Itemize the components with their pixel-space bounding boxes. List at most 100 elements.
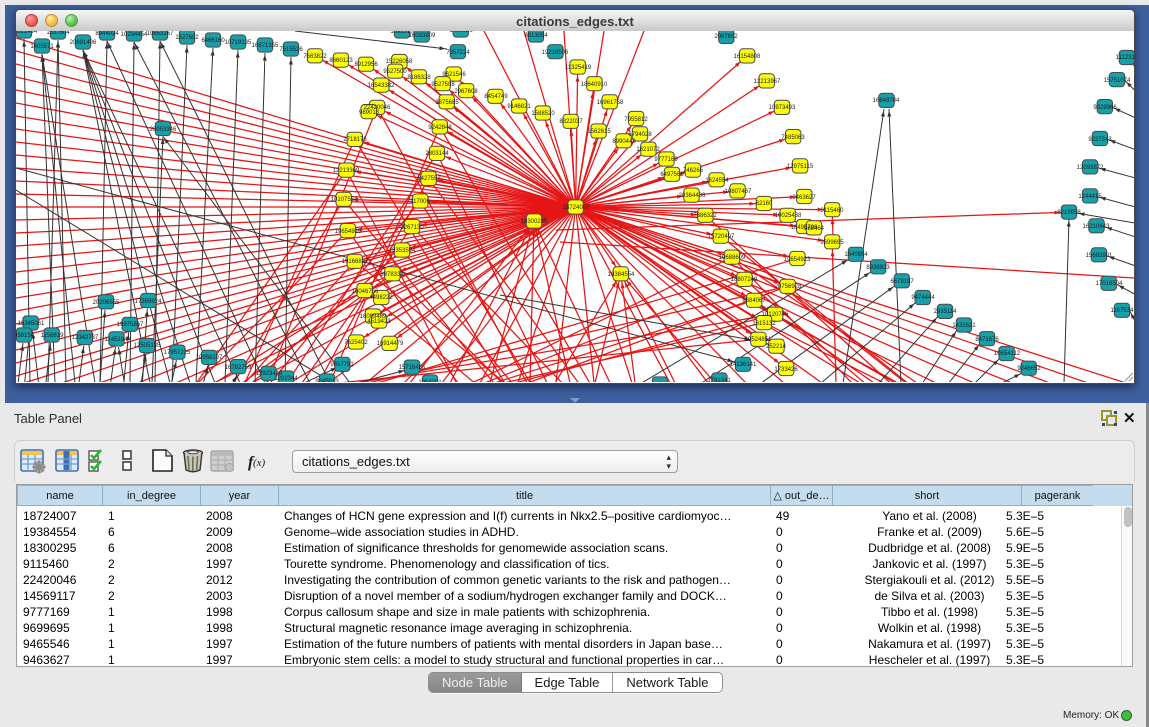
svg-text:12213967: 12213967	[754, 79, 781, 85]
svg-text:17016504: 17016504	[1096, 281, 1123, 287]
svg-text:10234454: 10234454	[121, 32, 148, 38]
svg-text:8454749: 8454749	[484, 94, 508, 100]
svg-text:988464: 988464	[804, 226, 825, 232]
svg-text:9115460: 9115460	[821, 208, 845, 214]
svg-text:6679197: 6679197	[890, 279, 914, 285]
svg-text:1624554: 1624554	[705, 178, 729, 184]
svg-text:9227343: 9227343	[1088, 137, 1112, 143]
svg-text:1054201: 1054201	[418, 380, 442, 382]
svg-text:10688609: 10688609	[719, 255, 746, 261]
svg-text:15716485: 15716485	[399, 365, 426, 371]
svg-text:8912956: 8912956	[354, 62, 378, 68]
svg-text:62160: 62160	[756, 201, 773, 207]
svg-text:2803144: 2803144	[425, 151, 449, 157]
svg-text:1621072: 1621072	[636, 147, 660, 153]
svg-text:9245652: 9245652	[1017, 366, 1041, 372]
svg-text:16671355: 16671355	[252, 43, 279, 49]
svg-text:1432621: 1432621	[952, 323, 976, 329]
svg-text:1292344: 1292344	[274, 376, 298, 382]
svg-text:15692901: 15692901	[1086, 253, 1113, 259]
svg-text:9527500: 9527500	[383, 69, 407, 75]
svg-text:9699695: 9699695	[820, 240, 844, 246]
svg-text:7357224: 7357224	[446, 50, 470, 56]
svg-text:1782341: 1782341	[707, 378, 731, 382]
svg-text:16961758: 16961758	[597, 100, 624, 106]
svg-text:19166827: 19166827	[342, 259, 369, 265]
svg-text:15720407: 15720407	[708, 234, 735, 240]
svg-text:8938923: 8938923	[866, 265, 890, 271]
svg-text:13353594: 13353594	[389, 248, 416, 254]
svg-text:8186328: 8186328	[407, 75, 431, 81]
svg-text:9657791: 9657791	[330, 362, 354, 368]
svg-text:9242848: 9242848	[428, 125, 452, 131]
svg-text:4498222: 4498222	[369, 295, 393, 301]
svg-text:16782759: 16782759	[225, 365, 252, 371]
svg-text:9684067: 9684067	[742, 298, 766, 304]
svg-text:18640910: 18640910	[581, 82, 608, 88]
svg-text:6794028: 6794028	[628, 132, 652, 138]
svg-text:20691406: 20691406	[70, 40, 97, 46]
svg-text:7955812: 7955812	[624, 117, 648, 123]
svg-text:10654112: 10654112	[994, 351, 1021, 357]
svg-text:10107554: 10107554	[331, 197, 358, 203]
svg-text:2967608: 2967608	[454, 89, 478, 95]
svg-text:12213369: 12213369	[333, 168, 360, 174]
svg-text:17359924: 17359924	[135, 299, 162, 305]
svg-text:(x): (x)	[253, 457, 266, 469]
svg-text:18724007: 18724007	[563, 205, 590, 211]
svg-text:9777169: 9777169	[654, 157, 678, 163]
svg-text:16033809: 16033809	[409, 33, 436, 39]
svg-text:18300295: 18300295	[521, 219, 548, 225]
svg-text:20756928: 20756928	[775, 284, 802, 290]
svg-text:1640954: 1640954	[844, 252, 868, 258]
svg-text:7886322: 7886322	[693, 213, 717, 219]
svg-text:10719135: 10719135	[225, 40, 252, 46]
svg-text:2087652: 2087652	[714, 34, 738, 40]
svg-text:19524851: 19524851	[745, 337, 772, 343]
svg-text:1405571: 1405571	[30, 44, 54, 50]
svg-text:9329966: 9329966	[1093, 105, 1117, 111]
svg-text:1527602: 1527602	[175, 35, 199, 41]
svg-text:11325419: 11325419	[565, 65, 592, 71]
svg-text:6497568: 6497568	[660, 172, 684, 178]
svg-text:1537604: 1537604	[46, 31, 70, 36]
svg-text:1733426: 1733426	[774, 367, 798, 373]
svg-text:8322037: 8322037	[559, 119, 583, 125]
svg-text:17957225: 17957225	[164, 350, 191, 356]
svg-text:16648784: 16648784	[873, 98, 900, 104]
svg-text:4519423: 4519423	[367, 319, 391, 325]
svg-text:7663822: 7663822	[303, 54, 327, 60]
svg-text:16154808: 16154808	[734, 54, 761, 60]
svg-text:8990448: 8990448	[612, 139, 636, 145]
svg-text:1112314: 1112314	[1116, 55, 1134, 61]
svg-text:10025438: 10025438	[775, 213, 802, 219]
svg-text:8813054: 8813054	[524, 33, 548, 39]
svg-text:18807249: 18807249	[731, 277, 758, 283]
svg-text:117006: 117006	[410, 199, 430, 205]
svg-text:12505135: 12505135	[134, 343, 161, 349]
svg-text:14136141: 14136141	[730, 362, 757, 368]
svg-text:9146821: 9146821	[507, 104, 531, 110]
svg-text:15226058: 15226058	[386, 59, 413, 65]
svg-text:16210643: 16210643	[1083, 224, 1110, 230]
svg-text:1244415: 1244415	[1078, 194, 1102, 200]
svg-text:2718176: 2718176	[343, 137, 367, 143]
svg-text:746266: 746266	[683, 168, 704, 174]
svg-text:15751074: 15751074	[1104, 78, 1131, 84]
svg-text:7625402: 7625402	[344, 340, 368, 346]
svg-text:9463627: 9463627	[792, 195, 816, 201]
svg-text:9245013: 9245013	[315, 379, 339, 382]
svg-text:10653267: 10653267	[147, 31, 174, 37]
svg-text:8471676: 8471676	[975, 337, 999, 343]
svg-text:7515526: 7515526	[279, 47, 303, 53]
svg-text:18345061: 18345061	[18, 321, 45, 327]
svg-text:6466160: 6466160	[201, 38, 225, 44]
svg-text:19922494: 19922494	[16, 31, 38, 35]
svg-text:8427552: 8427552	[417, 176, 441, 182]
svg-text:1562615: 1562615	[587, 129, 611, 135]
svg-text:252214: 252214	[766, 344, 787, 350]
svg-text:1093526: 1093526	[449, 31, 473, 34]
svg-text:20364436: 20364436	[679, 193, 706, 199]
svg-text:1615132: 1615132	[752, 321, 776, 327]
svg-text:7485063: 7485063	[781, 135, 805, 141]
